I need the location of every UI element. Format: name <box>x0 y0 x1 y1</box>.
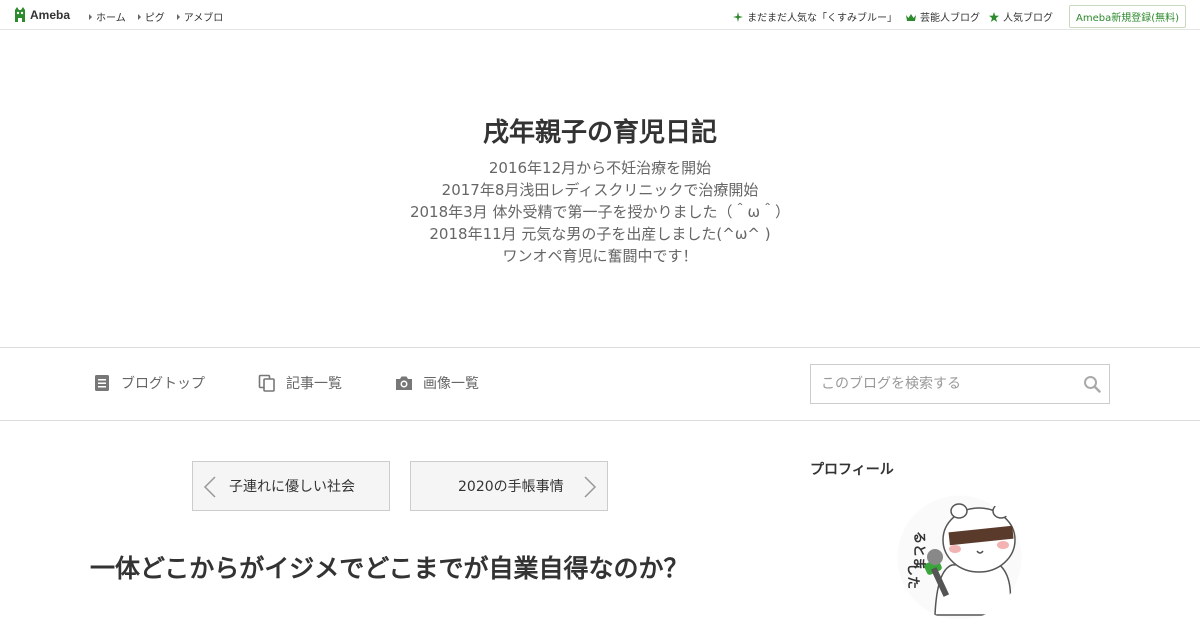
nav-item-label: 記事一覧 <box>286 376 342 392</box>
celebrity-blog-link[interactable]: 芸能人ブログ <box>905 9 980 24</box>
blog-search <box>810 364 1110 404</box>
blog-description: 2016年12月から不妊治療を開始 2017年8月浅田レディスクリニックで治療開… <box>0 157 1200 267</box>
popular-blog-label: 人気ブログ <box>1002 13 1053 24</box>
blog-description-line: 2017年8月浅田レディスクリニックで治療開始 <box>441 181 759 199</box>
header-right-links: まだまだ人気な「くすみブルー」 芸能人ブログ 人気ブログ Ameba新規登録(無… <box>733 5 1186 28</box>
svg-text:した: した <box>905 563 920 589</box>
global-nav-ameblo[interactable]: アメブロ <box>176 9 224 24</box>
global-nav-label: アメブロ <box>183 13 224 24</box>
celebrity-blog-label: 芸能人ブログ <box>919 13 980 24</box>
prev-entry-label: 子連れに優しい社会 <box>229 479 355 495</box>
nav-blog-top[interactable]: ブログトップ <box>93 373 205 393</box>
trending-link-label: まだまだ人気な「くすみブルー」 <box>747 13 897 24</box>
sparkle-icon <box>733 11 744 22</box>
nav-item-label: 画像一覧 <box>423 376 479 392</box>
logo-text: Ameba <box>30 8 71 22</box>
global-nav-home[interactable]: ホーム <box>89 9 126 24</box>
star-icon <box>988 11 999 22</box>
copy-icon <box>258 374 275 392</box>
article-title[interactable]: 一体どこからがイジメでどこまでが自業自得なのか？ <box>90 550 700 587</box>
chevron-left-icon <box>203 476 216 498</box>
trending-link[interactable]: まだまだ人気な「くすみブルー」 <box>733 9 897 24</box>
global-nav-label: ホーム <box>96 13 126 24</box>
blog-title[interactable]: 戌年親子の育児日記 <box>0 112 1200 149</box>
signup-button[interactable]: Ameba新規登録(無料) <box>1068 5 1186 28</box>
avatar-illustration: るとま した <box>897 495 1022 620</box>
document-icon <box>95 375 109 391</box>
global-nav-pigg[interactable]: ピグ <box>137 9 165 24</box>
blog-description-line: 2016年12月から不妊治療を開始 <box>488 159 712 177</box>
triangle-right-icon <box>137 13 141 20</box>
global-nav-label: ピグ <box>144 13 165 24</box>
crown-icon <box>905 13 916 21</box>
blog-description-line: 2018年11月 元気な男の子を出産しました(^ω^ ) <box>429 225 771 243</box>
next-entry-label: 2020の手帳事情 <box>458 479 564 495</box>
nav-item-label: ブログトップ <box>121 376 205 392</box>
triangle-right-icon <box>89 13 92 20</box>
triangle-right-icon <box>176 13 180 20</box>
next-entry-button[interactable]: 2020の手帳事情 <box>410 461 608 511</box>
blog-description-line: ワンオペ育児に奮闘中です！ <box>502 247 698 265</box>
profile-heading: プロフィール <box>810 462 894 478</box>
avatar[interactable]: るとま した <box>897 495 1022 620</box>
nav-image-list[interactable]: 画像一覧 <box>395 373 479 393</box>
ameba-logo-icon <box>15 7 25 22</box>
ameba-logo[interactable]: Ameba <box>13 6 70 24</box>
global-header: Ameba ホーム ピグ アメブロ まだまだ人気な「くすみブルー」 芸能人ブログ <box>0 0 1200 30</box>
global-nav: ホーム ピグ アメブロ <box>89 9 223 24</box>
blog-navbar: ブログトップ 記事一覧 画像一覧 <box>0 347 1200 421</box>
camera-icon <box>396 376 412 390</box>
blog-description-line: 2018年3月 体外受精で第一子を授かりました（＾ω＾） <box>409 203 791 221</box>
chevron-right-icon <box>584 476 597 498</box>
search-icon[interactable] <box>1083 375 1101 393</box>
popular-blog-link[interactable]: 人気ブログ <box>988 9 1053 24</box>
search-input[interactable] <box>811 365 1071 403</box>
prev-entry-button[interactable]: 子連れに優しい社会 <box>192 461 390 511</box>
nav-entry-list[interactable]: 記事一覧 <box>258 373 342 393</box>
